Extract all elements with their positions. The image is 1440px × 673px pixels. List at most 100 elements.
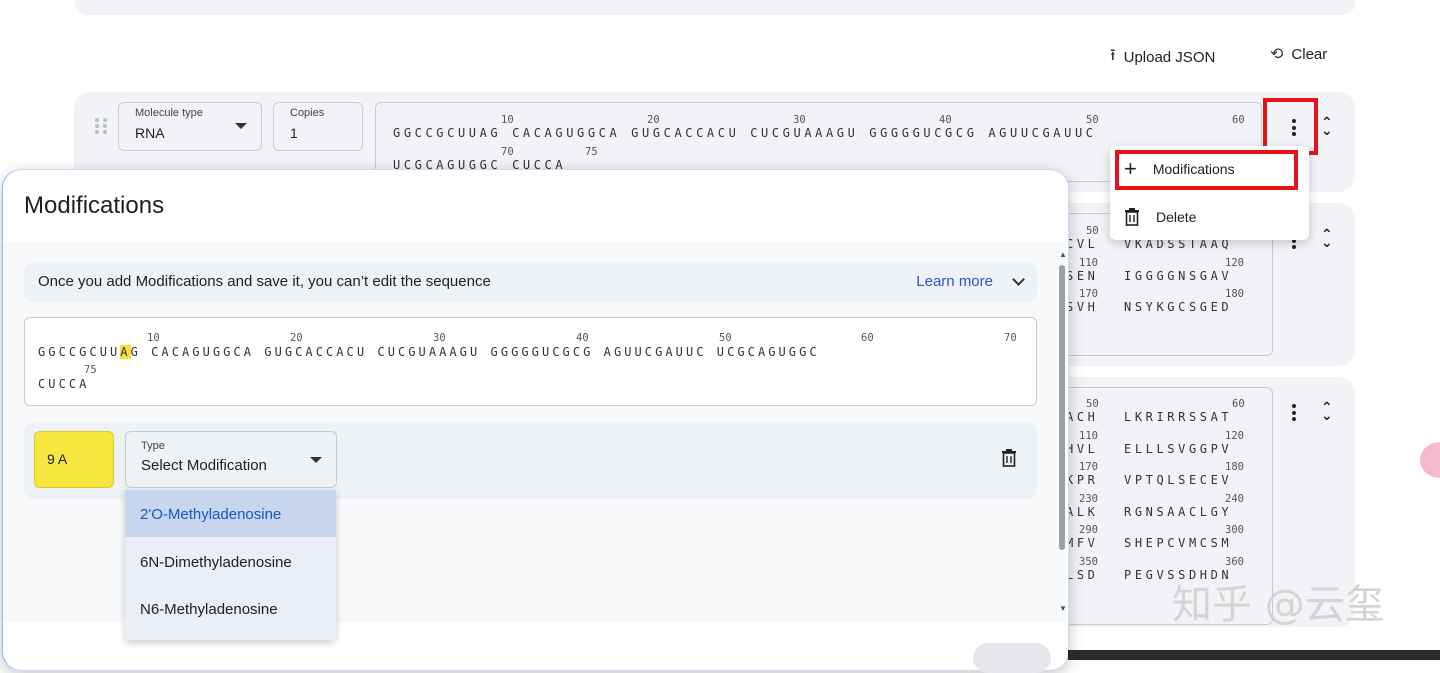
sequence-chunk: ELLLSVGGPV: [1124, 442, 1233, 456]
chevron-down-icon: [310, 457, 322, 463]
copies-value: 1: [290, 125, 298, 141]
trash-icon: [1125, 208, 1139, 226]
clear-button[interactable]: ⟲ Clear: [1270, 44, 1327, 64]
sequence-chunk: MFV: [1066, 536, 1099, 550]
sequence-chunk: NSYKGCSGED: [1124, 300, 1233, 314]
sequence-line[interactable]: CUCCA: [38, 377, 89, 391]
scrollbar[interactable]: [1059, 265, 1065, 550]
upload-icon: ⭱: [1110, 47, 1116, 64]
seq-index: 350: [1079, 556, 1098, 568]
seq-index: 180: [1225, 461, 1244, 473]
previous-entity-card: [74, 0, 1356, 15]
sequence-chunk: HVL: [1066, 442, 1099, 456]
reset-icon: ⟲: [1270, 46, 1284, 63]
modification-options-list: 2'O-Methyladenosine 6N-Dimethyladenosine…: [125, 490, 336, 640]
sequence-chunk: ALK: [1066, 505, 1099, 519]
info-text: Once you add Modifications and save it, …: [38, 273, 491, 290]
seq-index: 40: [576, 332, 589, 344]
collapse-icon[interactable]: ⌃ ⌄: [1321, 227, 1333, 249]
trash-icon[interactable]: [1001, 449, 1017, 467]
seq-index: 300: [1225, 524, 1244, 536]
seq-index: 70: [1004, 332, 1017, 344]
scroll-up-icon[interactable]: ▲: [1059, 250, 1067, 259]
info-banner[interactable]: Once you add Modifications and save it, …: [24, 262, 1037, 302]
selected-residue[interactable]: A: [120, 345, 131, 359]
collapse-icon[interactable]: ⌃ ⌄: [1321, 115, 1333, 137]
seq-index: 170: [1079, 461, 1098, 473]
sequence-chunk: IGGGGNSGAV: [1124, 269, 1233, 283]
seq-index: 110: [1079, 430, 1098, 442]
sequence-chunk: LKRIRRSSAT: [1124, 410, 1233, 424]
sequence-chunk: CVL: [1066, 237, 1099, 251]
collapse-icon[interactable]: ⌃ ⌄: [1321, 400, 1333, 422]
save-button[interactable]: [973, 643, 1051, 673]
sequence-residues[interactable]: GGCCGCUU: [38, 345, 120, 359]
seq-index: 20: [290, 332, 303, 344]
sequence-chunk: VPTQLSECEV: [1124, 473, 1233, 487]
menu-item-label: Delete: [1156, 209, 1197, 225]
learn-more-link[interactable]: Learn more: [916, 273, 993, 290]
sequence-chunk: SEN: [1066, 269, 1099, 283]
seq-index: 75: [585, 146, 598, 158]
seq-index: 60: [861, 332, 874, 344]
seq-index: 50: [1086, 225, 1099, 237]
copies-field[interactable]: Copies 1: [273, 102, 363, 151]
upload-json-button[interactable]: ⭱ Upload JSON: [1110, 44, 1215, 71]
sequence-residues[interactable]: G CACAGUGGCA GUGCACCACU CUCGUAAAGU GGGGG…: [131, 345, 820, 359]
seq-index: 360: [1225, 556, 1244, 568]
option-6n-dimethyladenosine[interactable]: 6N-Dimethyladenosine: [125, 538, 336, 585]
sequence-chunk: SVH: [1066, 300, 1099, 314]
seq-index: 30: [433, 332, 446, 344]
type-value: Select Modification: [141, 457, 267, 474]
menu-item-delete[interactable]: Delete: [1124, 208, 1196, 226]
sequence-chunk: KPR: [1066, 473, 1099, 487]
molecule-type-value: RNA: [135, 125, 165, 141]
seq-index: 60: [1232, 114, 1245, 126]
seq-index: 240: [1225, 493, 1244, 505]
seq-index: 50: [1086, 398, 1099, 410]
chevron-down-icon[interactable]: [1012, 273, 1025, 286]
seq-index: 20: [647, 114, 660, 126]
sequence-chunk: RGNSAACLGY: [1124, 505, 1233, 519]
sequence-line[interactable]: GGCCGCUUAG CACAGUGGCA GUGCACCACU CUCGUAA…: [38, 345, 820, 359]
copies-label: Copies: [290, 107, 325, 119]
drag-handle-icon[interactable]: [95, 118, 107, 134]
upload-json-label: Upload JSON: [1123, 49, 1216, 66]
sequence-chunk: LSD: [1066, 568, 1099, 582]
seq-index: 170: [1079, 288, 1098, 300]
highlight-modifications: [1115, 150, 1298, 190]
seq-index: 180: [1225, 288, 1244, 300]
seq-index: 230: [1079, 493, 1098, 505]
seq-index: 120: [1225, 430, 1244, 442]
seq-index: 60: [1232, 398, 1245, 410]
seq-index: 40: [939, 114, 952, 126]
seq-index: 10: [147, 332, 160, 344]
seq-index: 30: [793, 114, 806, 126]
option-n6-methyladenosine[interactable]: N6-Methyladenosine: [125, 585, 336, 632]
clear-label: Clear: [1291, 45, 1328, 63]
molecule-type-select[interactable]: Molecule type RNA: [118, 102, 262, 151]
chevron-down-icon: [235, 123, 247, 129]
modification-type-select[interactable]: Type Select Modification: [125, 431, 337, 488]
more-options-icon[interactable]: [1292, 404, 1296, 424]
seq-index: 75: [84, 364, 97, 376]
seq-index: 50: [719, 332, 732, 344]
molecule-type-label: Molecule type: [135, 107, 203, 119]
scroll-down-icon[interactable]: ▼: [1059, 604, 1067, 613]
residue-chip: 9 A: [34, 431, 114, 488]
seq-index: 50: [1086, 114, 1099, 126]
dialog-title: Modifications: [24, 192, 165, 219]
watermark: 知乎 @云玺: [1172, 582, 1385, 628]
seq-index: 10: [501, 114, 514, 126]
sequence-line: GGCCGCUUAG CACAGUGGCA GUGCACCACU CUCGUAA…: [393, 126, 1097, 140]
seq-index: 120: [1225, 257, 1244, 269]
side-floating-button[interactable]: [1420, 442, 1440, 478]
type-label: Type: [141, 440, 165, 452]
taskbar-strip: [1068, 650, 1440, 660]
sequence-selector[interactable]: 10 20 30 40 50 60 70 GGCCGCUUAG CACAGUGG…: [24, 317, 1037, 406]
seq-index: 110: [1079, 257, 1098, 269]
sequence-chunk: SHEPCVMCSM: [1124, 536, 1233, 550]
option-2o-methyladenosine[interactable]: 2'O-Methyladenosine: [125, 490, 336, 537]
sequence-chunk: ACH: [1066, 410, 1099, 424]
seq-index: 70: [501, 146, 514, 158]
